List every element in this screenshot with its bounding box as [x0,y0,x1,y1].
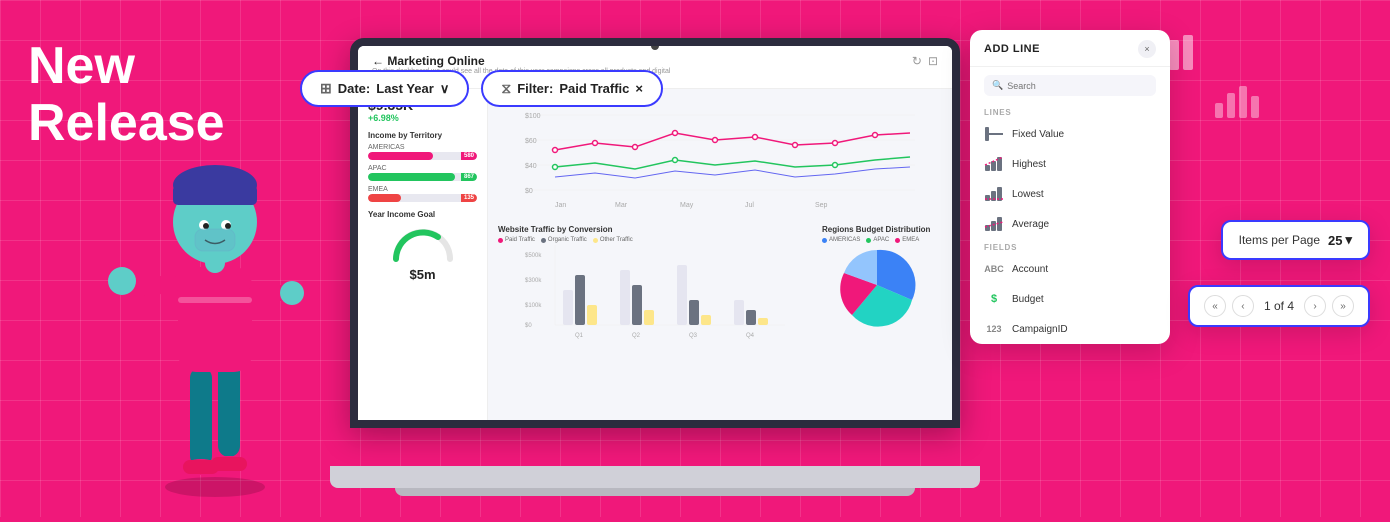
highest-icon [984,156,1004,172]
filter-value: Paid Traffic [559,81,629,96]
items-per-page-label: Items per Page [1239,233,1320,247]
items-per-page-selector[interactable]: 25 ▾ [1328,232,1352,248]
income-territory-title: Income by Territory [368,131,477,140]
territory-americas: AMERICAS 580 [368,144,477,160]
territory-apac: APAC 867 [368,165,477,181]
svg-text:Sep: Sep [815,202,828,209]
svg-text:May: May [680,202,694,209]
decorative-icons [1155,30,1260,118]
pie-chart-legend: AMERICAS APAC EMEA [822,237,942,243]
svg-text:$500k: $500k [525,253,542,259]
deco-bar-chart-icon-2 [1215,78,1260,118]
page-prev-button[interactable]: ‹ [1232,295,1254,317]
goal-value: $5m [368,267,477,282]
refresh-icon[interactable]: ↻ [912,54,922,68]
items-per-page-number: 25 [1328,233,1342,248]
svg-text:Q2: Q2 [632,333,641,339]
svg-text:$100k: $100k [525,303,542,309]
fixed-value-icon [984,126,1004,142]
page-last-button[interactable]: » [1332,295,1354,317]
average-icon [984,216,1004,232]
dashboard-sidebar: $9.35K +6.98% Income by Territory AMERIC… [358,89,488,420]
date-chevron-icon: ∨ [440,81,450,97]
campaignid-label: CampaignID [1012,324,1068,335]
account-type-icon: ABC [984,261,1004,277]
svg-text:$40: $40 [525,163,537,170]
budget-type-icon: $ [984,291,1004,307]
bar-chart-legend: Paid Traffic Organic Traffic Other Traff… [498,237,812,243]
image-icon[interactable]: ⊡ [928,54,938,68]
page-info: 1 of 4 [1260,299,1298,313]
date-filter-label: Date: [338,81,371,96]
svg-text:Q4: Q4 [746,333,755,339]
panel-search-icon: 🔍 [992,80,1003,91]
pie-chart-title: Regions Budget Distribution [822,225,942,234]
svg-text:Q3: Q3 [689,333,698,339]
panel-search-bar[interactable]: 🔍 [984,75,1156,96]
pie-chart: Regions Budget Distribution AMERICAS APA… [822,225,942,355]
gauge-chart [388,223,458,263]
territory-emea: EMEA 135 [368,186,477,202]
date-filter-value: Last Year [376,81,434,96]
filter-close-icon[interactable]: × [635,81,643,96]
year-goal-title: Year Income Goal [368,210,477,219]
svg-text:Mar: Mar [615,202,628,209]
svg-text:$0: $0 [525,188,533,195]
line-chart: $100 $60 $40 $0 Jan Mar May Jul Sep [498,95,942,215]
lowest-icon [984,186,1004,202]
page-first-button[interactable]: « [1204,295,1226,317]
svg-text:Jul: Jul [745,202,754,209]
svg-text:$60: $60 [525,138,537,145]
account-label: Account [1012,264,1048,275]
fields-section-label: FIELDS [970,239,1170,254]
svg-text:$100: $100 [525,113,541,120]
kpi-change: +6.98% [368,113,477,123]
panel-item-budget[interactable]: $ Budget [970,284,1170,314]
svg-text:$0: $0 [525,323,532,329]
fixed-value-label: Fixed Value [1012,129,1064,140]
year-income-goal: Year Income Goal $5m [368,210,477,282]
panel-item-campaignid[interactable]: 123 CampaignID [970,314,1170,344]
svg-text:$300k: $300k [525,278,542,284]
svg-text:Q1: Q1 [575,333,584,339]
panel-item-account[interactable]: ABC Account [970,254,1170,284]
panel-search-input[interactable] [1007,81,1148,91]
laptop-base [330,466,980,488]
lines-section-label: LINES [970,104,1170,119]
dashboard-main: $100 $60 $40 $0 Jan Mar May Jul Sep [488,89,952,420]
dashboard-header-icons: ↻ ⊡ [912,54,938,68]
lowest-label: Lowest [1012,189,1044,200]
laptop-camera [651,42,659,50]
date-filter-button[interactable]: ⊞ Date: Last Year ∨ [300,70,469,107]
page-next-button[interactable]: › [1304,295,1326,317]
items-per-page-card[interactable]: Items per Page 25 ▾ [1221,220,1370,260]
panel-item-fixed-value[interactable]: Fixed Value [970,119,1170,149]
panel-item-average[interactable]: Average [970,209,1170,239]
person-illustration [100,67,330,517]
pagination-card: « ‹ 1 of 4 › » [1188,285,1370,327]
panel-title: ADD LINE [984,43,1040,55]
bar-chart-title: Website Traffic by Conversion [498,225,812,234]
bar-chart: Website Traffic by Conversion Paid Traff… [498,225,812,355]
budget-label: Budget [1012,294,1044,305]
items-chevron-icon: ▾ [1345,232,1352,248]
add-line-panel: ADD LINE × 🔍 LINES Fixed Value Highest [970,30,1170,344]
filter-icon: ⧖ [501,80,511,97]
svg-text:Jan: Jan [555,202,566,209]
laptop-base-bottom [395,488,915,496]
filter-label: Filter: [517,81,553,96]
bottom-charts: Website Traffic by Conversion Paid Traff… [498,225,942,355]
dashboard-body: $9.35K +6.98% Income by Territory AMERIC… [358,89,952,420]
calendar-icon: ⊞ [320,80,332,97]
campaignid-type-icon: 123 [984,321,1004,337]
highest-label: Highest [1012,159,1046,170]
filters-bar: ⊞ Date: Last Year ∨ ⧖ Filter: Paid Traff… [300,70,663,107]
filter-button[interactable]: ⧖ Filter: Paid Traffic × [481,70,663,107]
panel-item-lowest[interactable]: Lowest [970,179,1170,209]
average-label: Average [1012,219,1049,230]
panel-item-highest[interactable]: Highest [970,149,1170,179]
panel-close-button[interactable]: × [1138,40,1156,58]
dashboard-title: ← Marketing Online [372,54,692,68]
panel-header: ADD LINE × [970,30,1170,67]
